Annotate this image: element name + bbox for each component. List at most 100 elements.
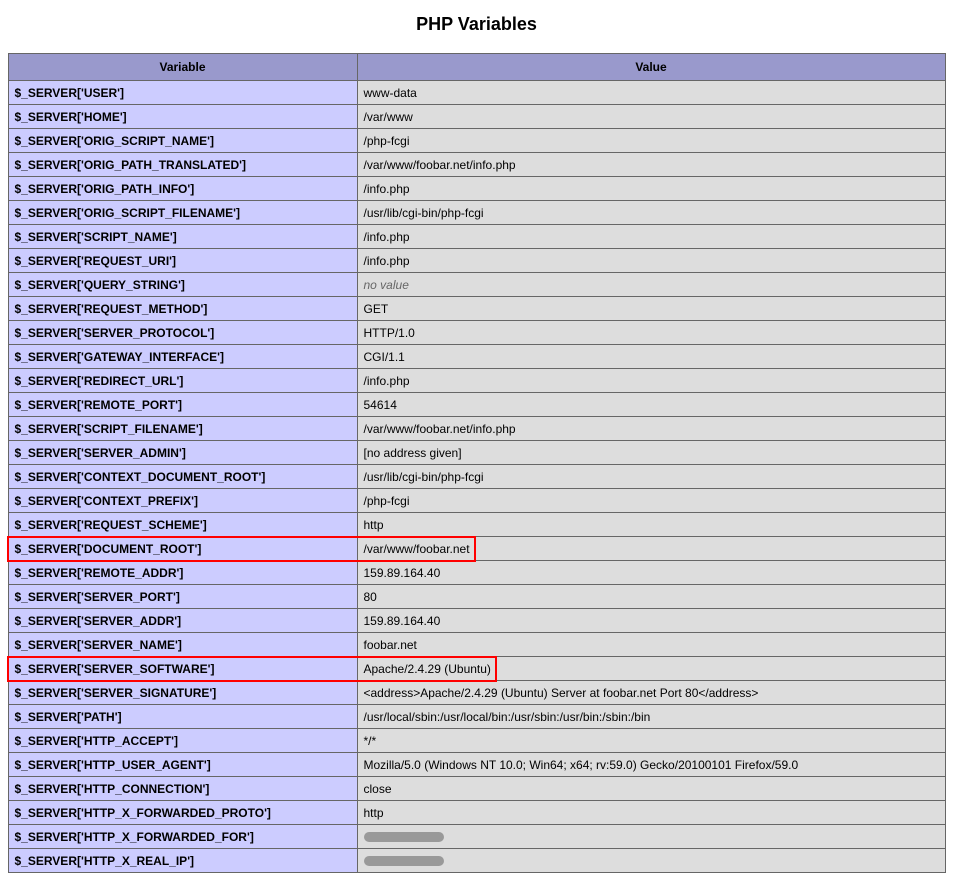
variable-name: $_SERVER['DOCUMENT_ROOT'] <box>8 537 357 561</box>
php-variables-table: Variable Value $_SERVER['USER']www-data$… <box>8 53 946 873</box>
variable-value: Mozilla/5.0 (Windows NT 10.0; Win64; x64… <box>357 753 945 777</box>
table-row: $_SERVER['HTTP_X_FORWARDED_PROTO']http <box>8 801 945 825</box>
variable-name: $_SERVER['ORIG_PATH_TRANSLATED'] <box>8 153 357 177</box>
variable-value <box>357 825 945 849</box>
variable-value: foobar.net <box>357 633 945 657</box>
table-row: $_SERVER['HTTP_USER_AGENT']Mozilla/5.0 (… <box>8 753 945 777</box>
variable-name: $_SERVER['HTTP_ACCEPT'] <box>8 729 357 753</box>
variable-value: /usr/lib/cgi-bin/php-fcgi <box>357 465 945 489</box>
variable-value: /info.php <box>357 177 945 201</box>
variable-name: $_SERVER['REQUEST_URI'] <box>8 249 357 273</box>
variable-value: GET <box>357 297 945 321</box>
variable-value: /var/www/foobar.net/info.php <box>357 153 945 177</box>
variable-value: CGI/1.1 <box>357 345 945 369</box>
table-row: $_SERVER['SERVER_ADMIN'][no address give… <box>8 441 945 465</box>
table-row: $_SERVER['REMOTE_ADDR']159.89.164.40 <box>8 561 945 585</box>
variable-name: $_SERVER['QUERY_STRING'] <box>8 273 357 297</box>
redacted-value <box>364 832 444 842</box>
table-row: $_SERVER['HTTP_X_FORWARDED_FOR'] <box>8 825 945 849</box>
table-row: $_SERVER['ORIG_SCRIPT_NAME']/php-fcgi <box>8 129 945 153</box>
variable-value: /usr/lib/cgi-bin/php-fcgi <box>357 201 945 225</box>
table-row: $_SERVER['ORIG_PATH_TRANSLATED']/var/www… <box>8 153 945 177</box>
variable-name: $_SERVER['HTTP_USER_AGENT'] <box>8 753 357 777</box>
variable-name: $_SERVER['HTTP_X_FORWARDED_PROTO'] <box>8 801 357 825</box>
variable-name: $_SERVER['HTTP_X_REAL_IP'] <box>8 849 357 873</box>
variable-value: /var/www <box>357 105 945 129</box>
table-row: $_SERVER['SERVER_SIGNATURE']<address>Apa… <box>8 681 945 705</box>
variable-name: $_SERVER['SERVER_NAME'] <box>8 633 357 657</box>
variable-value: /php-fcgi <box>357 129 945 153</box>
table-row: $_SERVER['SCRIPT_FILENAME']/var/www/foob… <box>8 417 945 441</box>
variable-value: http <box>357 801 945 825</box>
table-row: $_SERVER['HTTP_ACCEPT']*/* <box>8 729 945 753</box>
variable-value: http <box>357 513 945 537</box>
table-row: $_SERVER['SERVER_PROTOCOL']HTTP/1.0 <box>8 321 945 345</box>
column-header-value: Value <box>357 54 945 81</box>
variable-name: $_SERVER['ORIG_SCRIPT_NAME'] <box>8 129 357 153</box>
table-row: $_SERVER['REMOTE_PORT']54614 <box>8 393 945 417</box>
table-row: $_SERVER['SERVER_ADDR']159.89.164.40 <box>8 609 945 633</box>
table-row: $_SERVER['DOCUMENT_ROOT']/var/www/foobar… <box>8 537 945 561</box>
variable-value: <address>Apache/2.4.29 (Ubuntu) Server a… <box>357 681 945 705</box>
table-row: $_SERVER['REDIRECT_URL']/info.php <box>8 369 945 393</box>
variable-name: $_SERVER['ORIG_PATH_INFO'] <box>8 177 357 201</box>
table-row: $_SERVER['CONTEXT_PREFIX']/php-fcgi <box>8 489 945 513</box>
variable-value: 54614 <box>357 393 945 417</box>
variable-name: $_SERVER['REMOTE_PORT'] <box>8 393 357 417</box>
table-row: $_SERVER['GATEWAY_INTERFACE']CGI/1.1 <box>8 345 945 369</box>
variable-name: $_SERVER['SERVER_PORT'] <box>8 585 357 609</box>
table-row: $_SERVER['REQUEST_METHOD']GET <box>8 297 945 321</box>
variable-name: $_SERVER['SERVER_ADDR'] <box>8 609 357 633</box>
table-row: $_SERVER['CONTEXT_DOCUMENT_ROOT']/usr/li… <box>8 465 945 489</box>
variable-value: /var/www/foobar.net/info.php <box>357 417 945 441</box>
page-title: PHP Variables <box>8 14 946 35</box>
variable-name: $_SERVER['GATEWAY_INTERFACE'] <box>8 345 357 369</box>
no-value-text: no value <box>364 278 409 292</box>
table-row: $_SERVER['ORIG_SCRIPT_FILENAME']/usr/lib… <box>8 201 945 225</box>
variable-value: /usr/local/sbin:/usr/local/bin:/usr/sbin… <box>357 705 945 729</box>
variable-name: $_SERVER['REMOTE_ADDR'] <box>8 561 357 585</box>
variable-value: /info.php <box>357 225 945 249</box>
variable-value: close <box>357 777 945 801</box>
variable-value <box>357 849 945 873</box>
variable-name: $_SERVER['SCRIPT_NAME'] <box>8 225 357 249</box>
variable-name: $_SERVER['HOME'] <box>8 105 357 129</box>
variable-name: $_SERVER['CONTEXT_DOCUMENT_ROOT'] <box>8 465 357 489</box>
variable-name: $_SERVER['REQUEST_SCHEME'] <box>8 513 357 537</box>
variable-name: $_SERVER['SERVER_SIGNATURE'] <box>8 681 357 705</box>
table-row: $_SERVER['HOME']/var/www <box>8 105 945 129</box>
variable-value: Apache/2.4.29 (Ubuntu) <box>357 657 945 681</box>
variable-value: HTTP/1.0 <box>357 321 945 345</box>
redacted-value <box>364 856 444 866</box>
variable-value: /info.php <box>357 249 945 273</box>
table-row: $_SERVER['REQUEST_SCHEME']http <box>8 513 945 537</box>
variable-name: $_SERVER['ORIG_SCRIPT_FILENAME'] <box>8 201 357 225</box>
variable-value: www-data <box>357 81 945 105</box>
variable-value: 80 <box>357 585 945 609</box>
table-row: $_SERVER['QUERY_STRING'] no value <box>8 273 945 297</box>
variable-value: no value <box>357 273 945 297</box>
variable-name: $_SERVER['REQUEST_METHOD'] <box>8 297 357 321</box>
variable-value: [no address given] <box>357 441 945 465</box>
variable-name: $_SERVER['USER'] <box>8 81 357 105</box>
variable-value: /php-fcgi <box>357 489 945 513</box>
variable-value: /var/www/foobar.net <box>357 537 945 561</box>
variable-name: $_SERVER['CONTEXT_PREFIX'] <box>8 489 357 513</box>
table-row: $_SERVER['REQUEST_URI']/info.php <box>8 249 945 273</box>
variable-name: $_SERVER['SERVER_PROTOCOL'] <box>8 321 357 345</box>
variable-value: /info.php <box>357 369 945 393</box>
variable-name: $_SERVER['HTTP_CONNECTION'] <box>8 777 357 801</box>
table-row: $_SERVER['SCRIPT_NAME']/info.php <box>8 225 945 249</box>
variable-value: */* <box>357 729 945 753</box>
variable-name: $_SERVER['REDIRECT_URL'] <box>8 369 357 393</box>
table-row: $_SERVER['PATH']/usr/local/sbin:/usr/loc… <box>8 705 945 729</box>
variable-name: $_SERVER['PATH'] <box>8 705 357 729</box>
table-row: $_SERVER['HTTP_X_REAL_IP'] <box>8 849 945 873</box>
variable-name: $_SERVER['HTTP_X_FORWARDED_FOR'] <box>8 825 357 849</box>
table-row: $_SERVER['SERVER_PORT']80 <box>8 585 945 609</box>
table-row: $_SERVER['SERVER_SOFTWARE']Apache/2.4.29… <box>8 657 945 681</box>
variable-name: $_SERVER['SCRIPT_FILENAME'] <box>8 417 357 441</box>
variable-value: 159.89.164.40 <box>357 609 945 633</box>
variable-value: 159.89.164.40 <box>357 561 945 585</box>
table-row: $_SERVER['ORIG_PATH_INFO']/info.php <box>8 177 945 201</box>
